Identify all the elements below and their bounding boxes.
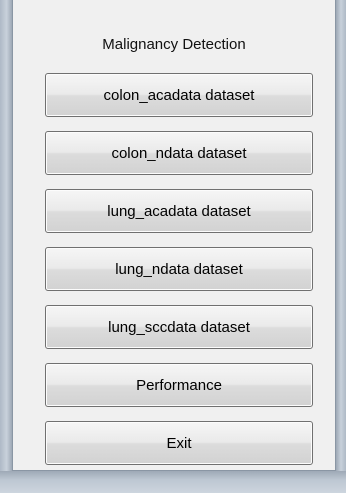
main-panel: Malignancy Detection colon_acadata datas… [12,0,336,471]
window-frame-right [336,0,346,493]
performance-button[interactable]: Performance [45,363,313,407]
exit-button[interactable]: Exit [45,421,313,465]
window-frame-left [0,0,12,493]
lung-acadata-dataset-button[interactable]: lung_acadata dataset [45,189,313,233]
lung-sccdata-dataset-button[interactable]: lung_sccdata dataset [45,305,313,349]
colon-ndata-dataset-button[interactable]: colon_ndata dataset [45,131,313,175]
colon-acadata-dataset-button[interactable]: colon_acadata dataset [45,73,313,117]
lung-ndata-dataset-button[interactable]: lung_ndata dataset [45,247,313,291]
window-frame-bottom [0,471,346,493]
panel-title: Malignancy Detection [102,36,246,53]
